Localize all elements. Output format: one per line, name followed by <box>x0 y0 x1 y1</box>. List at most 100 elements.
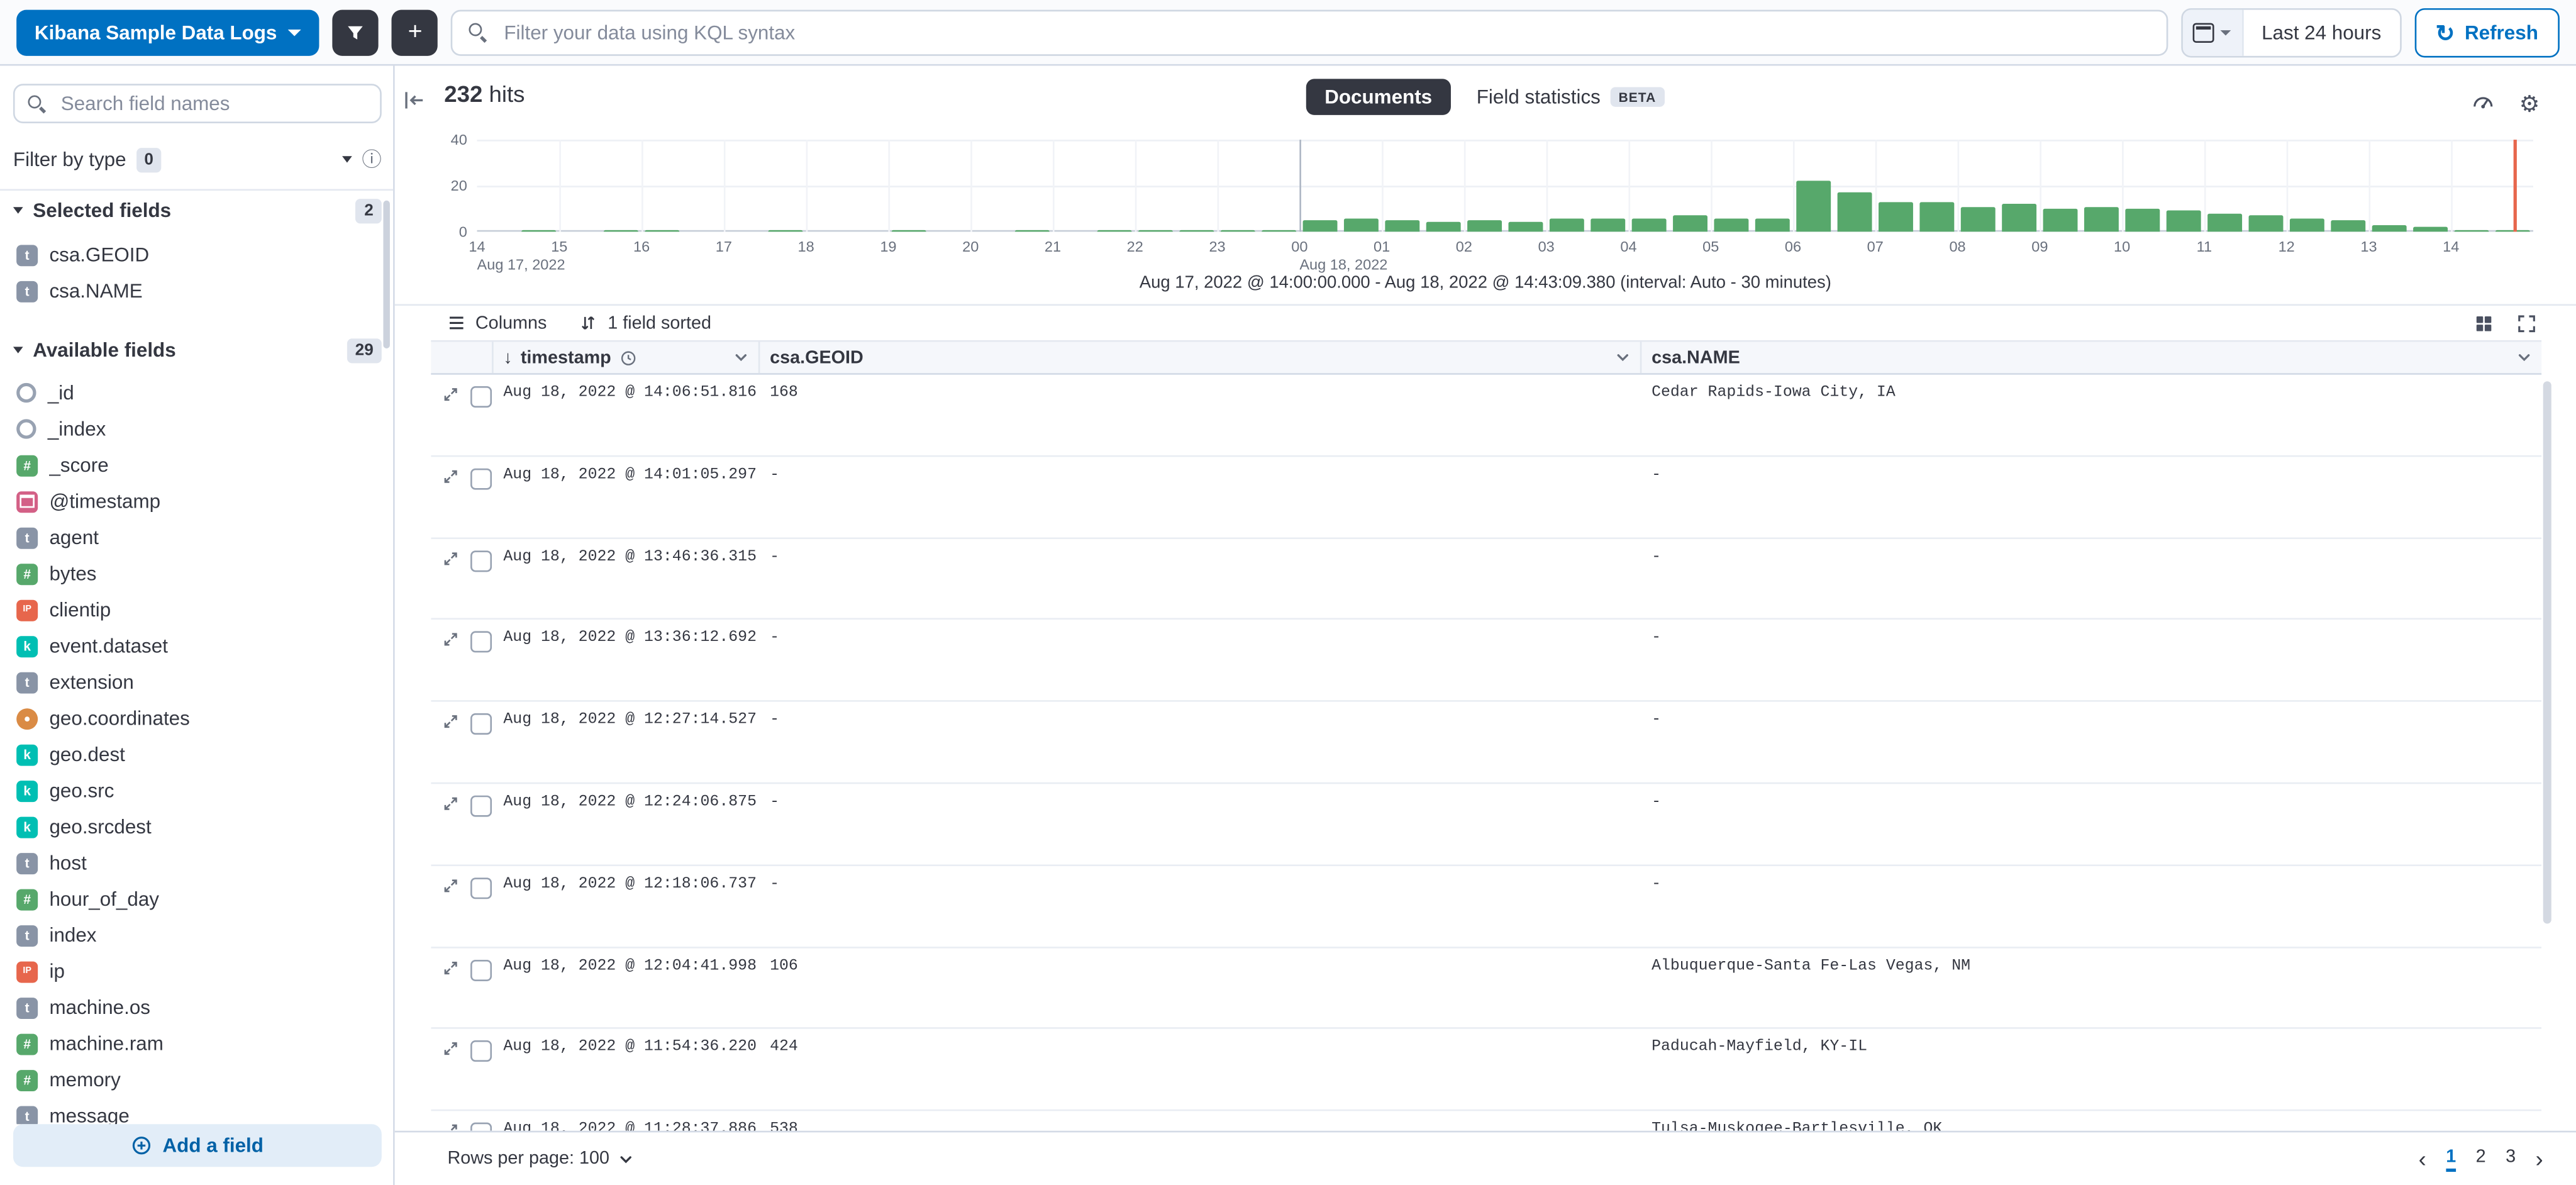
field-item-geo.coordinates[interactable]: geo.coordinates <box>13 700 372 736</box>
expand-document-icon[interactable] <box>443 796 459 812</box>
field-item-@timestamp[interactable]: @timestamp <box>13 483 372 519</box>
table-scrollbar[interactable] <box>2543 381 2551 923</box>
expand-document-icon[interactable] <box>443 631 459 648</box>
field-item-clientip[interactable]: IP clientip <box>13 592 372 628</box>
expand-document-icon[interactable] <box>443 550 459 566</box>
filter-by-type-row[interactable]: Filter by type 0 ⓘ <box>13 143 382 175</box>
histogram-bar <box>1262 230 1296 232</box>
settings-gear-icon[interactable]: ⚙ <box>2519 91 2540 114</box>
expand-document-icon[interactable] <box>443 1123 459 1131</box>
row-controls <box>431 620 493 701</box>
field-search-input[interactable] <box>58 91 367 117</box>
columns-button[interactable]: Columns <box>447 313 547 333</box>
column-actions-chevron-icon[interactable] <box>1616 350 1631 365</box>
field-item-host[interactable]: t host <box>13 845 372 881</box>
field-item-geo.src[interactable]: k geo.src <box>13 772 372 808</box>
row-checkbox[interactable] <box>470 631 492 653</box>
field-item-extension[interactable]: t extension <box>13 664 372 700</box>
field-item-agent[interactable]: t agent <box>13 520 372 555</box>
chevron-down-icon[interactable] <box>342 156 352 162</box>
row-checkbox[interactable] <box>470 1041 492 1062</box>
row-checkbox[interactable] <box>470 877 492 899</box>
field-item-csa.GEOID[interactable]: t csa.GEOID <box>13 236 372 272</box>
previous-page-icon[interactable]: ‹ <box>2419 1147 2426 1171</box>
row-checkbox[interactable] <box>470 1123 492 1131</box>
field-item-geo.dest[interactable]: k geo.dest <box>13 737 372 772</box>
field-item-_index[interactable]: _index <box>13 411 372 447</box>
column-actions-chevron-icon[interactable] <box>2517 350 2532 365</box>
table-row: Aug 18, 2022 @ 13:46:36.315 - - <box>431 538 2541 620</box>
expand-document-icon[interactable] <box>443 468 459 484</box>
saved-query-menu-button[interactable] <box>333 9 379 55</box>
table-row: Aug 18, 2022 @ 11:54:36.220 424 Paducah-… <box>431 1030 2541 1111</box>
expand-document-icon[interactable] <box>443 1041 459 1057</box>
expand-document-icon[interactable] <box>443 714 459 730</box>
tab-field-statistics[interactable]: Field statistics BETA <box>1477 86 1665 109</box>
field-item-index[interactable]: t index <box>13 917 372 953</box>
kql-search-input[interactable] <box>501 19 2150 45</box>
histogram-bar <box>2207 213 2242 231</box>
table-row: Aug 18, 2022 @ 14:01:05.297 - - <box>431 457 2541 538</box>
display-density-icon[interactable] <box>2474 313 2494 333</box>
field-item-_score[interactable]: # _score <box>13 447 372 483</box>
field-name: machine.os <box>49 996 150 1019</box>
cell-timestamp: Aug 18, 2022 @ 12:04:41.998 <box>494 948 760 1028</box>
field-item-bytes[interactable]: # bytes <box>13 555 372 591</box>
row-checkbox[interactable] <box>470 386 492 408</box>
field-type-meta-icon <box>16 419 36 438</box>
field-item-event.dataset[interactable]: k event.dataset <box>13 628 372 664</box>
header-csa-name[interactable]: csa.NAME <box>1641 342 2541 374</box>
page-1-button[interactable]: 1 <box>2446 1147 2456 1171</box>
row-checkbox[interactable] <box>470 959 492 981</box>
row-checkbox[interactable] <box>470 550 492 571</box>
rows-per-page-button[interactable]: Rows per page: 100 <box>447 1149 634 1168</box>
x-axis-tick-label: 07 <box>1867 238 1884 255</box>
header-csa-geoid[interactable]: csa.GEOID <box>760 342 1641 374</box>
field-sorted-button[interactable]: 1 field sorted <box>580 313 711 333</box>
field-item-hour_of_day[interactable]: # hour_of_day <box>13 881 372 917</box>
info-icon[interactable]: ⓘ <box>362 150 381 169</box>
page-2-button[interactable]: 2 <box>2476 1147 2486 1171</box>
field-item-csa.NAME[interactable]: t csa.NAME <box>13 273 372 309</box>
row-checkbox[interactable] <box>470 714 492 735</box>
field-item-memory[interactable]: # memory <box>13 1062 372 1098</box>
sidebar-scrollbar[interactable] <box>383 201 389 348</box>
histogram-bar <box>2167 211 2201 232</box>
add-filter-button[interactable]: + <box>392 9 438 55</box>
field-item-_id[interactable]: _id <box>13 375 372 411</box>
calendar-menu-button[interactable] <box>2183 9 2244 55</box>
page-3-button[interactable]: 3 <box>2506 1147 2516 1171</box>
next-page-icon[interactable]: › <box>2535 1147 2543 1171</box>
data-view-picker-button[interactable]: Kibana Sample Data Logs <box>16 9 319 55</box>
histogram-plot-area[interactable]: 0204014151617181920212223000102030405060… <box>477 140 2534 231</box>
fullscreen-icon[interactable] <box>2517 313 2536 333</box>
field-search-box[interactable] <box>13 84 382 123</box>
header-timestamp[interactable]: ↓ timestamp <box>494 342 760 374</box>
field-item-machine.os[interactable]: t machine.os <box>13 989 372 1025</box>
field-item-geo.srcdest[interactable]: k geo.srcdest <box>13 809 372 845</box>
row-checkbox[interactable] <box>470 468 492 489</box>
pagination: ‹ 123 › <box>2419 1147 2543 1171</box>
histogram-bar <box>768 230 802 232</box>
selected-fields-list: t csa.GEOID t csa.NAME <box>13 236 372 312</box>
tab-documents[interactable]: Documents <box>1306 79 1450 114</box>
available-fields-header[interactable]: Available fields 29 <box>13 337 382 364</box>
kibana-discover-page: Kibana Sample Data Logs + Last 24 hours … <box>0 0 2576 1185</box>
add-field-button[interactable]: Add a field <box>13 1124 382 1167</box>
field-item-ip[interactable]: IP ip <box>13 954 372 989</box>
expand-document-icon[interactable] <box>443 386 459 403</box>
kql-query-bar[interactable] <box>452 9 2168 55</box>
expand-document-icon[interactable] <box>443 959 459 976</box>
view-mode-tabs: Documents Field statistics BETA <box>395 79 2576 114</box>
field-item-machine.ram[interactable]: # machine.ram <box>13 1026 372 1062</box>
refresh-button[interactable]: ↻ Refresh <box>2414 8 2560 57</box>
chart-vertical-gridline <box>1628 140 1630 231</box>
time-range-button[interactable]: Last 24 hours <box>2243 21 2399 44</box>
column-actions-chevron-icon[interactable] <box>734 350 749 365</box>
chart-options-gauge-icon[interactable] <box>2472 91 2496 115</box>
row-checkbox[interactable] <box>470 796 492 817</box>
histogram-bar <box>2084 206 2119 231</box>
field-item-message[interactable]: t message <box>13 1098 372 1124</box>
expand-document-icon[interactable] <box>443 877 459 894</box>
selected-fields-header[interactable]: Selected fields 2 <box>13 198 382 224</box>
